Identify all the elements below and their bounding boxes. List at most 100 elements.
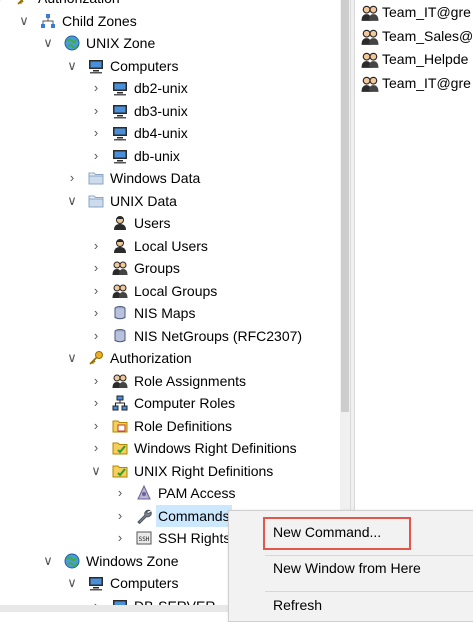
expand-chevron-icon[interactable]: ›: [114, 527, 126, 549]
list-item-label: Team_Helpde: [382, 51, 469, 67]
tree-node[interactable]: Users: [0, 212, 340, 234]
collapse-chevron-icon[interactable]: ∨: [42, 32, 54, 54]
annotation-highlight-box: [263, 517, 411, 550]
tree-node-label: Child Zones: [62, 12, 137, 29]
tree-node-label: db-unix: [134, 147, 180, 164]
tree-node-label: UNIX Zone: [86, 35, 156, 51]
expand-chevron-icon[interactable]: ›: [90, 235, 102, 257]
menu-separator: [265, 591, 473, 592]
tree-node[interactable]: › NIS Maps: [0, 302, 340, 324]
tree-node[interactable]: › Authorization: [0, 0, 340, 9]
expand-chevron-icon[interactable]: ›: [90, 437, 102, 459]
tree-node[interactable]: › db2-unix: [0, 77, 340, 99]
expand-chevron-icon[interactable]: ›: [90, 77, 102, 99]
expand-chevron-icon[interactable]: ›: [90, 392, 102, 414]
group-icon: [361, 75, 379, 92]
expand-chevron-icon[interactable]: ›: [90, 302, 102, 324]
group-icon: [361, 4, 379, 21]
tree-node-label: Computers: [110, 57, 179, 74]
horizontal-scrollbar[interactable]: [0, 605, 228, 612]
group-icon: [112, 260, 128, 276]
tree-node-label: Windows Right Definitions: [134, 440, 297, 456]
computer-icon: [88, 58, 104, 74]
expand-chevron-icon[interactable]: ›: [90, 325, 102, 347]
tree-node[interactable]: › db4-unix: [0, 122, 340, 144]
tree-node[interactable]: ∨ Authorization: [0, 347, 340, 369]
tree-node-label: Users: [134, 215, 171, 231]
globe-icon: [64, 35, 80, 51]
expand-chevron-icon[interactable]: ›: [90, 370, 102, 392]
expand-chevron-icon[interactable]: ›: [66, 167, 78, 189]
tree-node[interactable]: › PAM Access: [0, 482, 340, 504]
rights-folder-icon: [112, 463, 128, 479]
expand-chevron-icon[interactable]: ›: [0, 0, 6, 9]
collapse-chevron-icon[interactable]: ∨: [66, 55, 78, 77]
expand-chevron-icon[interactable]: ›: [90, 100, 102, 122]
computer-icon: [88, 575, 104, 591]
menu-item-refresh[interactable]: Refresh: [273, 594, 322, 616]
expand-chevron-icon[interactable]: ›: [90, 122, 102, 144]
tree-node[interactable]: › Computer Roles: [0, 392, 340, 414]
tree-node-label: Local Users: [134, 237, 208, 254]
menu-separator: [265, 555, 473, 556]
list-item-label: Team_Sales@: [382, 27, 473, 44]
pam-icon: [136, 484, 152, 501]
tree-node-label: db4-unix: [134, 125, 188, 141]
wrench-icon: [136, 508, 152, 524]
expand-chevron-icon[interactable]: ›: [90, 257, 102, 279]
tree-scrollbar-thumb[interactable]: [341, 0, 349, 412]
tree-node-label: SSH Rights: [158, 530, 231, 546]
tree-node[interactable]: › Windows Right Definitions: [0, 437, 340, 459]
tree-node-label: Groups: [134, 260, 180, 276]
user-icon: [112, 238, 128, 254]
group-icon: [361, 28, 379, 45]
key-icon: [16, 0, 32, 6]
tree-node[interactable]: › NIS NetGroups (RFC2307): [0, 325, 340, 347]
key-icon: [88, 350, 104, 366]
network-icon: [112, 395, 128, 411]
tree-node[interactable]: ∨ Child Zones: [0, 10, 340, 32]
rights-folder-icon: [112, 440, 128, 456]
group-icon: [112, 283, 128, 299]
user-icon: [112, 215, 128, 231]
tree-node-label: Role Assignments: [134, 372, 247, 389]
tree-node[interactable]: › Windows Data: [0, 167, 340, 189]
tree-node-label: Authorization: [36, 0, 122, 9]
tree-node-label: Windows Zone: [86, 552, 179, 569]
tree-node[interactable]: ∨ UNIX Zone: [0, 32, 340, 54]
tree-node[interactable]: › Role Assignments: [0, 370, 340, 392]
collapse-chevron-icon[interactable]: ∨: [66, 347, 78, 369]
folder-icon: [88, 193, 104, 209]
collapse-chevron-icon[interactable]: ∨: [90, 460, 102, 482]
expand-chevron-icon[interactable]: ›: [90, 145, 102, 167]
computer-icon: [112, 148, 128, 164]
tree-node[interactable]: › Role Definitions: [0, 415, 340, 437]
tree-node[interactable]: › db3-unix: [0, 100, 340, 122]
tree-node[interactable]: ∨ UNIX Right Definitions: [0, 460, 340, 482]
expand-chevron-icon[interactable]: ›: [114, 505, 126, 527]
tree-node[interactable]: ∨ Computers: [0, 55, 340, 77]
expand-chevron-icon[interactable]: ›: [90, 280, 102, 302]
tree-node[interactable]: › Local Users: [0, 235, 340, 257]
collapse-chevron-icon[interactable]: ∨: [66, 190, 78, 212]
tree-node-label: UNIX Data: [110, 192, 177, 209]
collapse-chevron-icon[interactable]: ∨: [42, 550, 54, 572]
tree-node-label: UNIX Right Definitions: [134, 462, 274, 479]
expand-chevron-icon[interactable]: ›: [114, 482, 126, 504]
globe-icon: [64, 553, 80, 569]
org-chart-icon: [40, 13, 56, 29]
tree-node-label: Commands: [156, 504, 232, 527]
menu-item-new-window-from-here[interactable]: New Window from Here: [273, 557, 421, 579]
computer-icon: [112, 125, 128, 141]
tree-node[interactable]: › Local Groups: [0, 280, 340, 302]
tree-node-label: Windows Data: [110, 170, 201, 186]
collapse-chevron-icon[interactable]: ∨: [18, 10, 30, 32]
collapse-chevron-icon[interactable]: ∨: [66, 572, 78, 594]
tree-node[interactable]: ∨ UNIX Data: [0, 190, 340, 212]
database-icon: [112, 328, 128, 344]
tree-node-label: NIS NetGroups (RFC2307): [134, 327, 303, 344]
tree-node-label: Role Definitions: [134, 417, 233, 434]
expand-chevron-icon[interactable]: ›: [90, 415, 102, 437]
tree-node[interactable]: › db-unix: [0, 145, 340, 167]
tree-node[interactable]: › Groups: [0, 257, 340, 279]
